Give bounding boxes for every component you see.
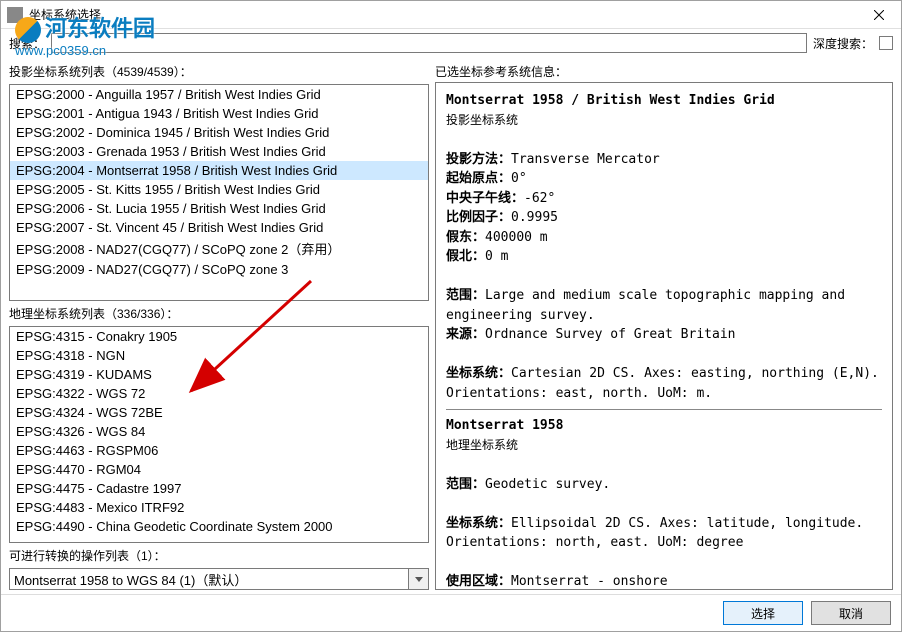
- list-item[interactable]: EPSG:4475 - Cadastre 1997: [10, 479, 428, 498]
- projected-label: 投影坐标系统列表（4539/4539）：: [9, 61, 429, 82]
- close-button[interactable]: [856, 1, 901, 29]
- list-item[interactable]: EPSG:4463 - RGSPM06: [10, 441, 428, 460]
- scale-label: 比例因子：: [446, 210, 511, 225]
- list-item[interactable]: EPSG:2004 - Montserrat 1958 / British We…: [10, 161, 428, 180]
- scope-value: Large and medium scale topographic mappi…: [446, 288, 845, 323]
- info-sub-2: 地理坐标系统: [446, 438, 518, 452]
- info-sub-1: 投影坐标系统: [446, 113, 518, 127]
- list-item[interactable]: EPSG:2009 - NAD27(CGQ77) / SCoPQ zone 3: [10, 260, 428, 279]
- info-label: 已选坐标参考系统信息：: [435, 61, 893, 82]
- dialog-window: 河东软件园 www.pc0359.cn 坐标系统选择 搜索： 深度搜索： 投影坐…: [0, 0, 902, 632]
- list-item[interactable]: EPSG:4470 - RGM04: [10, 460, 428, 479]
- scope-label: 范围：: [446, 288, 485, 303]
- divider-1: [446, 409, 882, 410]
- list-item[interactable]: EPSG:4315 - Conakry 1905: [10, 327, 428, 346]
- list-item[interactable]: EPSG:2002 - Dominica 1945 / British West…: [10, 123, 428, 142]
- list-item[interactable]: EPSG:4318 - NGN: [10, 346, 428, 365]
- list-item[interactable]: EPSG:2005 - St. Kitts 1955 / British Wes…: [10, 180, 428, 199]
- false-n-label: 假北：: [446, 249, 485, 264]
- list-item[interactable]: EPSG:4483 - Mexico ITRF92: [10, 498, 428, 517]
- meridian-value: -62°: [524, 191, 555, 206]
- search-label: 搜索：: [9, 35, 45, 52]
- scope2-value: Geodetic survey.: [485, 477, 610, 492]
- projected-crs-list[interactable]: EPSG:2000 - Anguilla 1957 / British West…: [9, 84, 429, 301]
- body-area: 投影坐标系统列表（4539/4539）： EPSG:2000 - Anguill…: [1, 57, 901, 594]
- proj-method-value: Transverse Mercator: [511, 152, 660, 167]
- deep-search-checkbox[interactable]: [879, 36, 893, 50]
- cs2-label: 坐标系统：: [446, 516, 511, 531]
- transform-combo-row: Montserrat 1958 to WGS 84 (1)（默认）: [9, 568, 429, 590]
- deep-search-label: 深度搜索：: [813, 35, 873, 52]
- false-e-label: 假东：: [446, 230, 485, 245]
- list-item[interactable]: EPSG:4326 - WGS 84: [10, 422, 428, 441]
- select-button[interactable]: 选择: [723, 601, 803, 625]
- proj-method-label: 投影方法：: [446, 152, 511, 167]
- left-column: 投影坐标系统列表（4539/4539）： EPSG:2000 - Anguill…: [9, 61, 429, 590]
- window-title: 坐标系统选择: [29, 6, 856, 23]
- false-e-value: 400000 m: [485, 230, 548, 245]
- combo-dropdown-button[interactable]: [409, 568, 429, 590]
- search-row: 搜索： 深度搜索：: [1, 29, 901, 57]
- transform-label: 可进行转换的操作列表（1）：: [9, 545, 429, 566]
- button-row: 选择 取消: [1, 594, 901, 631]
- info-title-2: Montserrat 1958: [446, 418, 563, 433]
- use-area-value: Montserrat - onshore: [511, 574, 668, 589]
- origin-label: 起始原点：: [446, 171, 511, 186]
- false-n-value: 0 m: [485, 249, 508, 264]
- list-item[interactable]: EPSG:2006 - St. Lucia 1955 / British Wes…: [10, 199, 428, 218]
- list-item[interactable]: EPSG:2001 - Antigua 1943 / British West …: [10, 104, 428, 123]
- scope2-label: 范围：: [446, 477, 485, 492]
- list-item[interactable]: EPSG:2008 - NAD27(CGQ77) / SCoPQ zone 2（…: [10, 237, 428, 260]
- source-label: 来源：: [446, 327, 485, 342]
- close-icon: [874, 10, 884, 20]
- source-value: Ordnance Survey of Great Britain: [485, 327, 735, 342]
- meridian-label: 中央子午线：: [446, 191, 524, 206]
- origin-value: 0°: [511, 171, 527, 186]
- info-title-1: Montserrat 1958 / British West Indies Gr…: [446, 93, 775, 108]
- app-icon: [7, 7, 23, 23]
- list-item[interactable]: EPSG:4319 - KUDAMS: [10, 365, 428, 384]
- list-item[interactable]: EPSG:2000 - Anguilla 1957 / British West…: [10, 85, 428, 104]
- search-input[interactable]: [51, 33, 807, 53]
- crs-info-panel[interactable]: Montserrat 1958 / British West Indies Gr…: [435, 82, 893, 590]
- cs-label: 坐标系统：: [446, 366, 511, 381]
- list-item[interactable]: EPSG:4324 - WGS 72BE: [10, 403, 428, 422]
- right-column: 已选坐标参考系统信息： Montserrat 1958 / British We…: [435, 61, 893, 590]
- geographic-crs-list[interactable]: EPSG:4315 - Conakry 1905EPSG:4318 - NGNE…: [9, 326, 429, 543]
- chevron-down-icon: [415, 577, 423, 582]
- cs-value: Cartesian 2D CS. Axes: easting, northing…: [446, 366, 879, 401]
- list-item[interactable]: EPSG:4322 - WGS 72: [10, 384, 428, 403]
- list-item[interactable]: EPSG:2003 - Grenada 1953 / British West …: [10, 142, 428, 161]
- scale-value: 0.9995: [511, 210, 558, 225]
- geographic-label: 地理坐标系统列表（336/336）：: [9, 303, 429, 324]
- list-item[interactable]: EPSG:2007 - St. Vincent 45 / British Wes…: [10, 218, 428, 237]
- transform-combo[interactable]: Montserrat 1958 to WGS 84 (1)（默认）: [9, 568, 409, 590]
- use-area-label: 使用区域：: [446, 574, 511, 589]
- cancel-button[interactable]: 取消: [811, 601, 891, 625]
- list-item[interactable]: EPSG:4490 - China Geodetic Coordinate Sy…: [10, 517, 428, 536]
- titlebar: 坐标系统选择: [1, 1, 901, 29]
